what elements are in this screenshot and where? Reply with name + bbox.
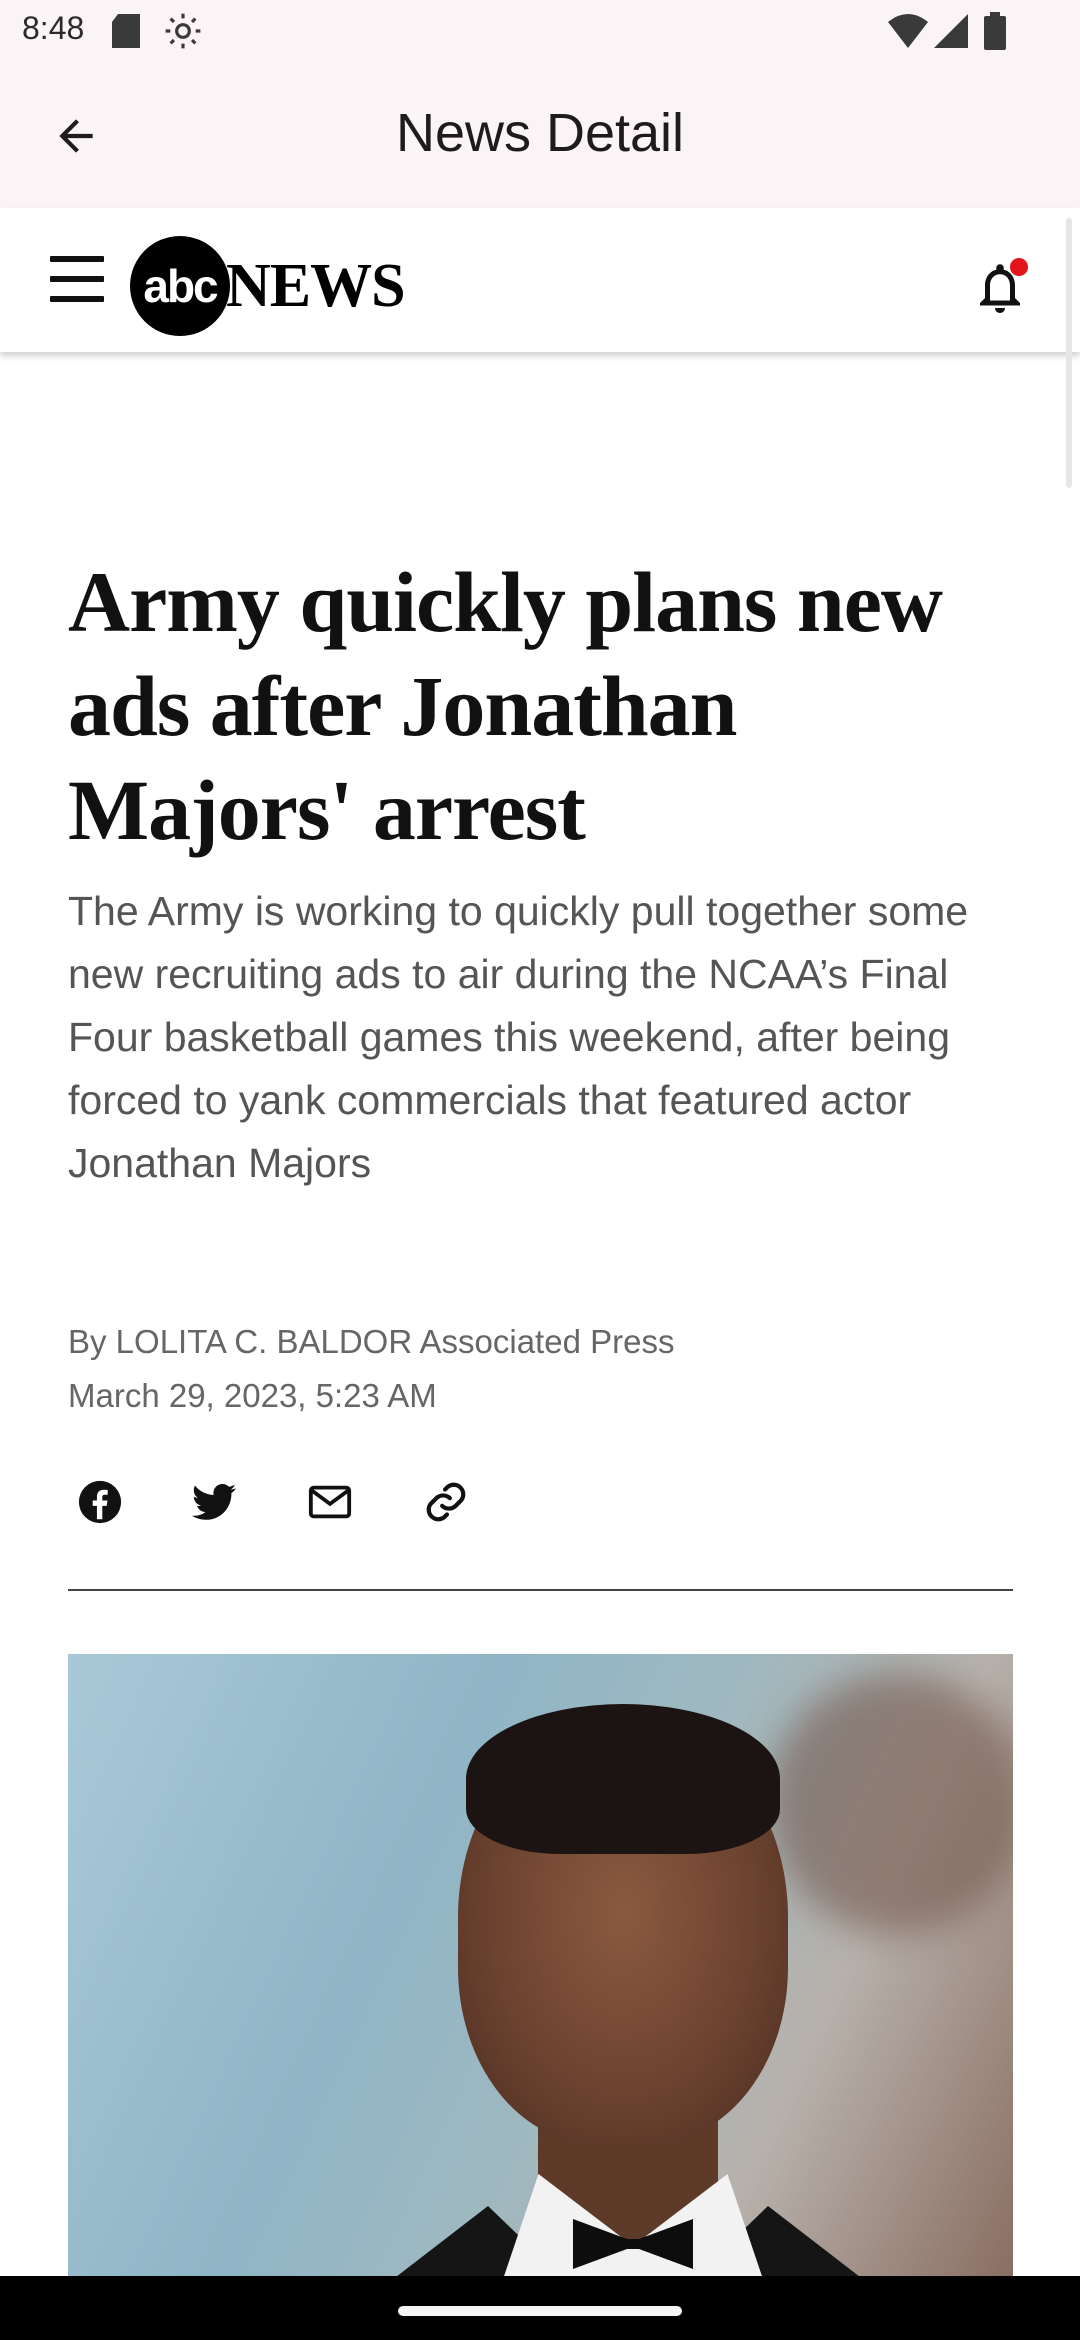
article-date: March 29, 2023, 5:23 AM <box>68 1377 437 1414</box>
link-icon <box>426 1482 466 1522</box>
wifi-icon <box>888 14 928 53</box>
article-headline: Army quickly plans new ads after Jonatha… <box>68 554 943 858</box>
copy-link-button[interactable] <box>414 1470 478 1534</box>
battery-icon <box>984 12 1006 55</box>
article-byline: By LOLITA C. BALDOR Associated Press <box>68 1323 675 1360</box>
twitter-share-button[interactable] <box>182 1470 246 1534</box>
signal-icon <box>934 14 968 53</box>
notifications-button[interactable] <box>970 252 1034 316</box>
settings-gear-icon <box>164 12 202 55</box>
abc-news-logo[interactable]: abc NEWS <box>130 236 406 336</box>
notification-dot <box>1010 258 1028 276</box>
share-row <box>68 1470 568 1534</box>
menu-line <box>50 296 104 302</box>
logo-circle: abc <box>130 236 230 336</box>
facebook-icon <box>78 1480 122 1524</box>
menu-line <box>50 276 104 282</box>
hamburger-menu-button[interactable] <box>50 256 106 304</box>
article-summary: The Army is working to quickly pull toge… <box>68 888 969 1186</box>
system-navigation-bar <box>0 2276 1080 2340</box>
article-photo[interactable] <box>68 1654 1013 2276</box>
scrollbar[interactable] <box>1066 218 1072 488</box>
facebook-share-button[interactable] <box>68 1470 132 1534</box>
email-icon <box>308 1485 352 1519</box>
home-gesture-handle[interactable] <box>398 2306 682 2316</box>
email-share-button[interactable] <box>298 1470 362 1534</box>
menu-line <box>50 256 104 262</box>
sd-card-icon <box>112 14 140 53</box>
twitter-icon <box>192 1484 236 1520</box>
status-bar: 8:48 <box>0 0 1080 64</box>
divider <box>68 1589 1013 1591</box>
photo-shape <box>466 1704 780 1854</box>
site-header: abc NEWS <box>0 208 1080 352</box>
app-bar: News Detail <box>0 64 1080 208</box>
photo-background <box>768 1674 1013 1934</box>
logo-wordmark: NEWS <box>226 251 406 320</box>
status-time: 8:48 <box>22 10 85 46</box>
page-title: News Detail <box>395 103 685 163</box>
